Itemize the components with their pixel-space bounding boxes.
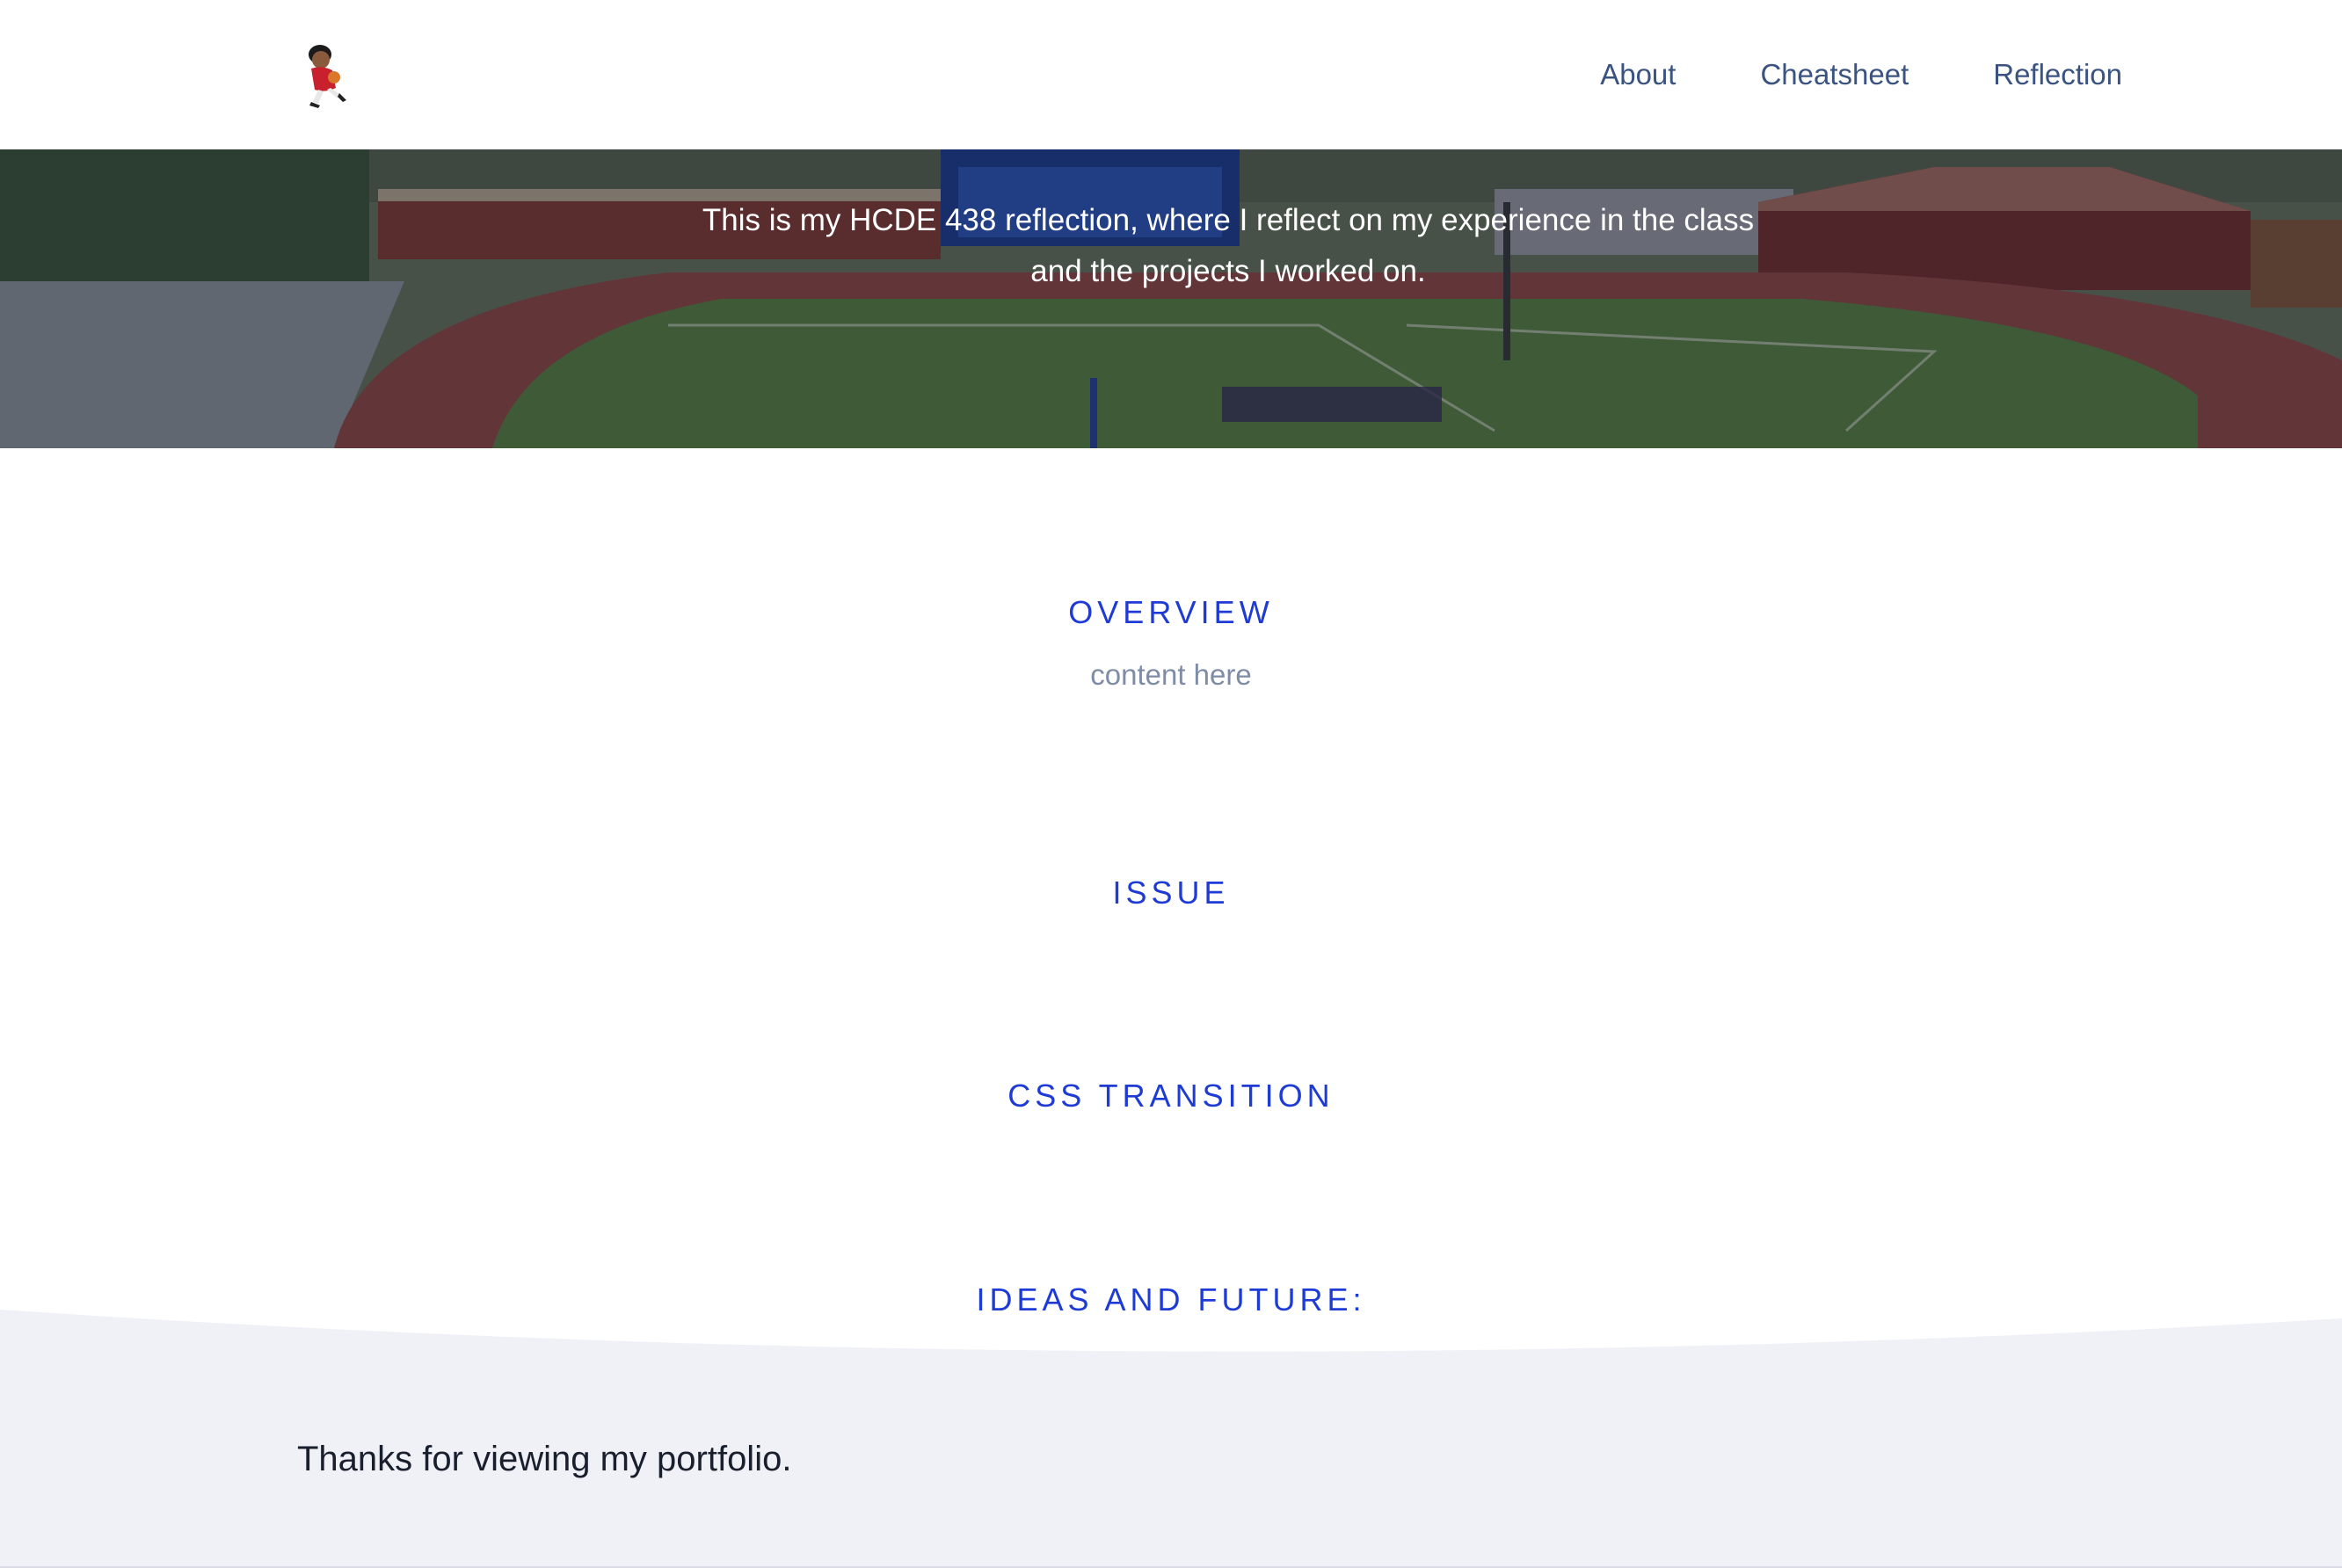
avatar-character-icon[interactable] xyxy=(299,42,355,109)
site-footer: Thanks for viewing my portfolio. xyxy=(0,1310,2342,1568)
main-nav: About Cheatsheet Reflection xyxy=(1600,51,2122,98)
section-heading-css-transition: CSS TRANSITION xyxy=(1007,1078,1335,1114)
nav-link-reflection[interactable]: Reflection xyxy=(1993,58,2122,91)
footer-curve-background xyxy=(0,1310,2342,1568)
hero-overlay xyxy=(0,149,2342,448)
footer-thanks-text: Thanks for viewing my portfolio. xyxy=(297,1440,792,1478)
section-heading-issue: ISSUE xyxy=(1112,875,1230,911)
nav-link-cheatsheet[interactable]: Cheatsheet xyxy=(1760,58,1909,91)
hero-intro-text: This is my HCDE 438 reflection, where I … xyxy=(702,203,1755,288)
site-header: About Cheatsheet Reflection xyxy=(0,0,2342,149)
section-heading-ideas-and-future: IDEAS AND FUTURE: xyxy=(976,1281,1366,1318)
section-heading-overview: OVERVIEW xyxy=(1068,594,1274,630)
nav-link-about[interactable]: About xyxy=(1600,58,1676,91)
hero-banner: This is my HCDE 438 reflection, where I … xyxy=(0,149,2342,448)
section-body-overview: content here xyxy=(1090,658,1252,691)
